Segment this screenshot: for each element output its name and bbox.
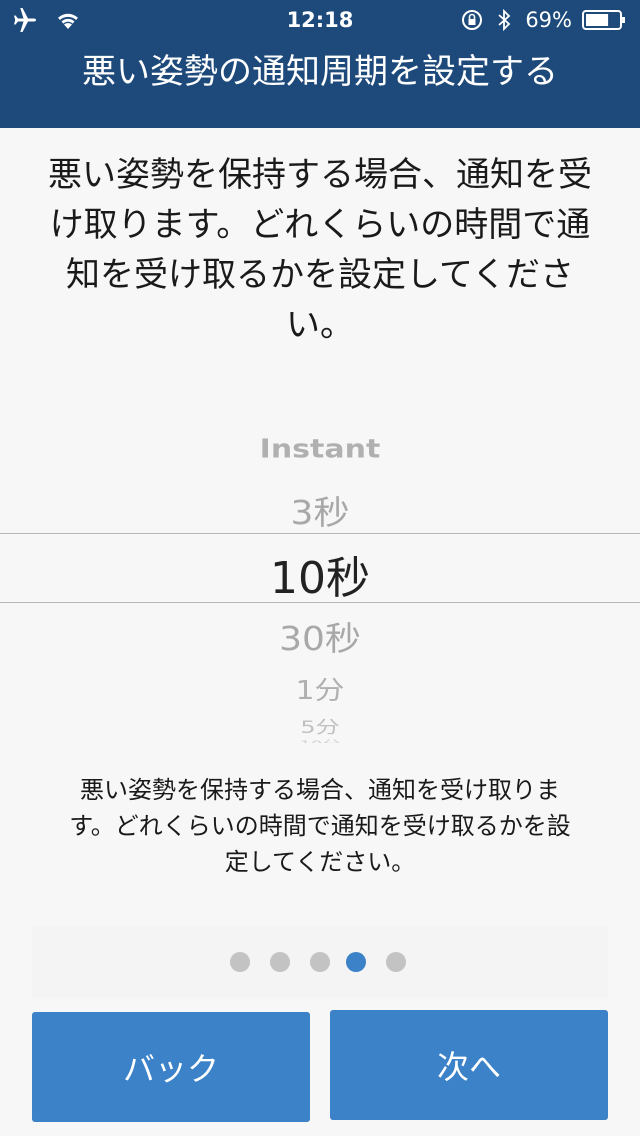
back-button[interactable]: バック bbox=[32, 1012, 310, 1122]
picker-selection-top-line bbox=[0, 533, 640, 534]
note-line: 定してください。 bbox=[224, 848, 416, 876]
next-button[interactable]: 次へ bbox=[330, 1010, 608, 1120]
status-right: 69% bbox=[461, 8, 626, 32]
description-line: 知を受け取るかを設定してくださ bbox=[66, 255, 574, 295]
page-dot[interactable] bbox=[386, 952, 406, 972]
page-dot[interactable] bbox=[346, 952, 366, 972]
description-line: け取ります。どれくらいの時間で通 bbox=[49, 205, 591, 245]
note-line: 悪い姿勢を保持する場合、通知を受け取りま bbox=[80, 776, 560, 804]
page-dot[interactable] bbox=[230, 952, 250, 972]
page-dot[interactable] bbox=[310, 952, 330, 972]
page-dot[interactable] bbox=[270, 952, 290, 972]
description-text: 悪い姿勢を保持する場合、通知を受 け取ります。どれくらいの時間で通 知を受け取る… bbox=[30, 150, 610, 350]
note-text: 悪い姿勢を保持する場合、通知を受け取りま す。どれくらいの時間で通知を受け取るか… bbox=[40, 772, 600, 880]
note-line: す。どれくらいの時間で通知を受け取るかを設 bbox=[69, 812, 571, 840]
picker-option-3s[interactable]: 3秒 bbox=[0, 486, 640, 534]
page-title: 悪い姿勢の通知周期を設定する bbox=[82, 52, 558, 92]
picker-option-5m[interactable]: 5分 bbox=[0, 713, 640, 738]
status-bar: 12:18 69% bbox=[0, 0, 640, 40]
bluetooth-icon bbox=[498, 9, 511, 31]
picker-option-1m[interactable]: 1分 bbox=[0, 669, 640, 706]
pagination-dots bbox=[0, 952, 640, 972]
rotation-lock-icon bbox=[462, 10, 483, 30]
picker-option-30s[interactable]: 30秒 bbox=[0, 612, 640, 660]
battery-percent: 69% bbox=[525, 8, 572, 32]
description-line: 悪い姿勢を保持する場合、通知を受 bbox=[48, 155, 592, 195]
picker-option-selected[interactable]: 10秒 bbox=[0, 542, 640, 606]
picker-option-instant[interactable]: Instant bbox=[0, 435, 640, 465]
battery-icon bbox=[582, 10, 625, 30]
interval-picker[interactable]: Instant 3秒 10秒 30秒 1分 5分 10分 bbox=[0, 420, 640, 750]
description-line: い。 bbox=[286, 305, 354, 345]
picker-selection-bottom-line bbox=[0, 602, 640, 603]
header-bar: 12:18 69% 悪い姿勢の通知周期を設定する bbox=[0, 0, 640, 128]
picker-option-10m[interactable]: 10分 bbox=[0, 737, 640, 743]
